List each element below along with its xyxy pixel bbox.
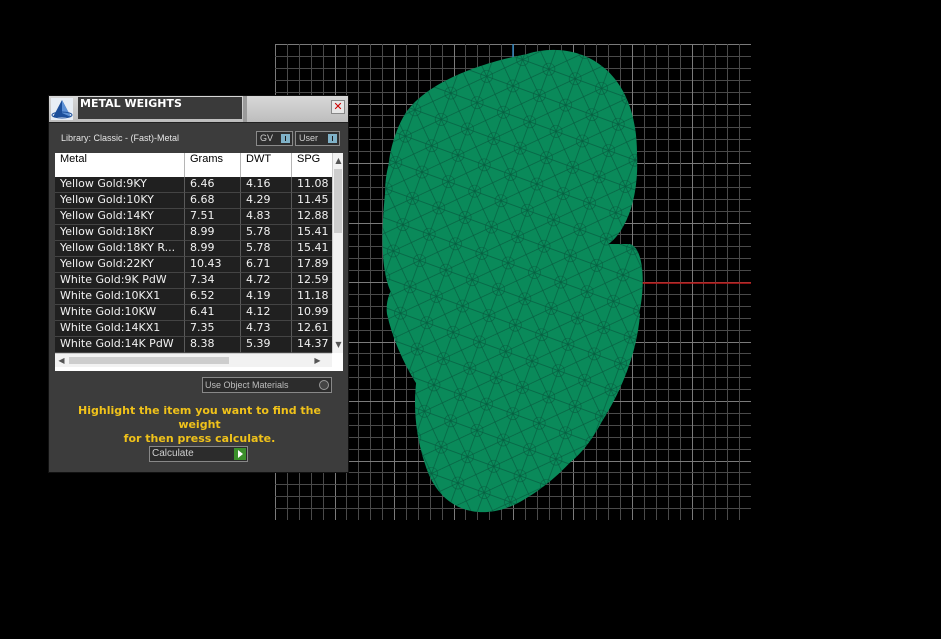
- cell-metal: Yellow Gold:10KY: [55, 193, 185, 209]
- scroll-left-icon[interactable]: ◀: [56, 355, 67, 366]
- calculate-button[interactable]: Calculate: [149, 446, 248, 462]
- pyramid-logo-icon: [51, 98, 73, 120]
- calculate-label: Calculate: [152, 448, 194, 459]
- cell-spg: 11.45: [292, 193, 332, 209]
- metal-table[interactable]: Metal Grams DWT SPG Yellow Gold:9KY 6.46 4…: [55, 153, 343, 371]
- help-text-line: Highlight the item you want to find the …: [78, 404, 321, 431]
- model-mesh[interactable]: [382, 49, 643, 513]
- toggle-indicator-icon: [328, 134, 337, 143]
- column-header-metal[interactable]: Metal: [55, 153, 185, 177]
- cell-metal: Yellow Gold:9KY: [55, 177, 185, 193]
- cell-grams: 7.34: [185, 273, 241, 289]
- panel-titlebar[interactable]: METAL WEIGHTS ✕: [49, 96, 348, 123]
- cell-dwt: 6.71: [241, 257, 292, 273]
- horizontal-scrollbar[interactable]: ◀ ▶: [55, 353, 332, 367]
- scroll-down-icon[interactable]: ▼: [333, 339, 344, 350]
- cell-grams: 8.99: [185, 225, 241, 241]
- gv-toggle[interactable]: GV: [256, 131, 293, 146]
- table-row[interactable]: Yellow Gold:18KY 8.99 5.78 15.41: [55, 225, 332, 241]
- cell-grams: 6.52: [185, 289, 241, 305]
- cell-dwt: 4.29: [241, 193, 292, 209]
- cell-spg: 14.37: [292, 337, 332, 353]
- table-row[interactable]: Yellow Gold:10KY 6.68 4.29 11.45: [55, 193, 332, 209]
- vertical-scroll-thumb[interactable]: [334, 169, 342, 233]
- cell-spg: 11.08: [292, 177, 332, 193]
- table-header: Metal Grams DWT SPG: [55, 153, 332, 177]
- vertical-scrollbar[interactable]: ▲ ▼: [332, 153, 343, 353]
- cell-spg: 15.41: [292, 241, 332, 257]
- help-text: Highlight the item you want to find the …: [57, 404, 342, 446]
- cell-dwt: 5.78: [241, 225, 292, 241]
- cell-spg: 12.59: [292, 273, 332, 289]
- cell-dwt: 4.73: [241, 321, 292, 337]
- cell-grams: 6.46: [185, 177, 241, 193]
- table-row[interactable]: White Gold:10KX1 6.52 4.19 11.18: [55, 289, 332, 305]
- cell-dwt: 4.72: [241, 273, 292, 289]
- table-row[interactable]: Yellow Gold:14KY 7.51 4.83 12.88: [55, 209, 332, 225]
- table-row[interactable]: Yellow Gold:18KY R... 8.99 5.78 15.41: [55, 241, 332, 257]
- column-header-spg[interactable]: SPG: [292, 153, 332, 177]
- table-row[interactable]: White Gold:9K PdW 7.34 4.72 12.59: [55, 273, 332, 289]
- metal-weights-panel: METAL WEIGHTS ✕ Library: Classic - (Fast…: [48, 95, 349, 473]
- cell-spg: 11.18: [292, 289, 332, 305]
- play-arrow-icon[interactable]: [234, 448, 246, 460]
- cell-dwt: 4.16: [241, 177, 292, 193]
- gv-toggle-label: GV: [260, 133, 274, 143]
- cell-metal: Yellow Gold:18KY: [55, 225, 185, 241]
- cell-spg: 12.61: [292, 321, 332, 337]
- table-row[interactable]: White Gold:14KX1 7.35 4.73 12.61: [55, 321, 332, 337]
- use-object-materials-checkbox[interactable]: Use Object Materials: [202, 377, 332, 393]
- cell-grams: 6.68: [185, 193, 241, 209]
- column-header-grams[interactable]: Grams: [185, 153, 241, 177]
- scroll-up-icon[interactable]: ▲: [333, 155, 344, 166]
- panel-title: METAL WEIGHTS: [78, 97, 242, 119]
- cell-spg: 10.99: [292, 305, 332, 321]
- scroll-right-icon[interactable]: ▶: [312, 355, 323, 366]
- cell-dwt: 4.19: [241, 289, 292, 305]
- user-toggle-label: User: [299, 133, 319, 143]
- cell-spg: 17.89: [292, 257, 332, 273]
- table-body: Yellow Gold:9KY 6.46 4.16 11.08 Yellow Gold:…: [55, 177, 332, 353]
- table-row[interactable]: White Gold:14K PdW 8.38 5.39 14.37: [55, 337, 332, 353]
- cell-dwt: 4.83: [241, 209, 292, 225]
- cell-grams: 7.51: [185, 209, 241, 225]
- table-row[interactable]: White Gold:10KW 6.41 4.12 10.99: [55, 305, 332, 321]
- column-header-dwt[interactable]: DWT: [241, 153, 292, 177]
- cell-grams: 8.99: [185, 241, 241, 257]
- toggle-indicator-icon: [281, 134, 290, 143]
- cell-metal: Yellow Gold:18KY R...: [55, 241, 185, 257]
- cell-spg: 15.41: [292, 225, 332, 241]
- cell-metal: Yellow Gold:22KY: [55, 257, 185, 273]
- cell-metal: White Gold:10KX1: [55, 289, 185, 305]
- table-row[interactable]: Yellow Gold:22KY 10.43 6.71 17.89: [55, 257, 332, 273]
- title-divider: [243, 96, 247, 122]
- cell-metal: White Gold:14K PdW: [55, 337, 185, 353]
- help-text-line: for then press calculate.: [123, 432, 276, 445]
- cell-metal: Yellow Gold:14KY: [55, 209, 185, 225]
- horizontal-scroll-thumb[interactable]: [69, 357, 229, 364]
- user-toggle[interactable]: User: [295, 131, 340, 146]
- cell-grams: 7.35: [185, 321, 241, 337]
- library-label: Library: Classic - (Fast)-Metal: [61, 133, 180, 143]
- cell-metal: White Gold:9K PdW: [55, 273, 185, 289]
- cell-metal: White Gold:10KW: [55, 305, 185, 321]
- cell-dwt: 5.78: [241, 241, 292, 257]
- cell-dwt: 5.39: [241, 337, 292, 353]
- cell-grams: 6.41: [185, 305, 241, 321]
- table-row[interactable]: Yellow Gold:9KY 6.46 4.16 11.08: [55, 177, 332, 193]
- radio-knob-icon: [319, 380, 329, 390]
- cell-spg: 12.88: [292, 209, 332, 225]
- cell-dwt: 4.12: [241, 305, 292, 321]
- use-object-materials-label: Use Object Materials: [205, 380, 289, 390]
- cell-metal: White Gold:14KX1: [55, 321, 185, 337]
- close-icon[interactable]: ✕: [331, 100, 345, 114]
- cell-grams: 10.43: [185, 257, 241, 273]
- cell-grams: 8.38: [185, 337, 241, 353]
